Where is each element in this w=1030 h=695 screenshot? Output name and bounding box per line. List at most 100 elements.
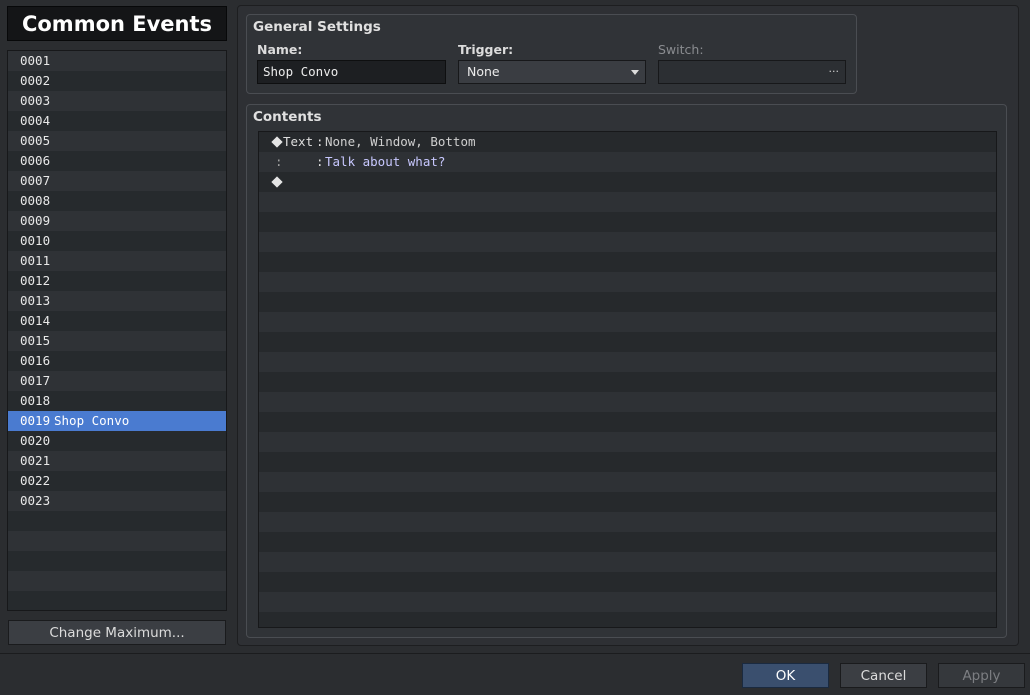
command-continuation-row[interactable]: :: Talk about what? xyxy=(259,152,996,172)
event-id: 0010 xyxy=(20,233,51,248)
event-list-item[interactable]: 0021 xyxy=(8,451,226,471)
general-settings-title: General Settings xyxy=(253,19,381,35)
event-list-item[interactable]: 0023 xyxy=(8,491,226,511)
event-id: 0002 xyxy=(20,73,51,88)
event-id: 0004 xyxy=(20,113,51,128)
blank-row xyxy=(259,232,996,252)
event-id: 0021 xyxy=(20,453,51,468)
contents-title: Contents xyxy=(253,109,322,125)
event-id: 0016 xyxy=(20,353,51,368)
diamond-icon xyxy=(271,176,283,188)
event-list-item[interactable]: 0016 xyxy=(8,351,226,371)
event-list-item[interactable]: 0001 xyxy=(8,51,226,71)
blank-row xyxy=(259,352,996,372)
event-id: 0023 xyxy=(20,493,51,508)
continuation-colon: : xyxy=(316,154,324,169)
empty-list-row xyxy=(8,571,226,591)
event-id: 0014 xyxy=(20,313,51,328)
event-id: 0022 xyxy=(20,473,51,488)
empty-list-row xyxy=(8,531,226,551)
command-params: None, Window, Bottom xyxy=(325,134,476,149)
event-name: Shop Convo xyxy=(54,413,130,428)
event-list-item[interactable]: 0007 xyxy=(8,171,226,191)
cancel-button[interactable]: Cancel xyxy=(840,663,927,688)
ok-button[interactable]: OK xyxy=(742,663,829,688)
event-list-item[interactable]: 0005 xyxy=(8,131,226,151)
trigger-select-value: None xyxy=(467,64,500,79)
blank-row xyxy=(259,272,996,292)
message-text: Talk about what? xyxy=(325,154,446,169)
name-field[interactable]: Shop Convo xyxy=(257,60,446,84)
event-id: 0017 xyxy=(20,373,51,388)
event-list-item[interactable]: 0014 xyxy=(8,311,226,331)
blank-row xyxy=(259,612,996,627)
command-colon: : xyxy=(316,134,324,149)
blank-row xyxy=(259,472,996,492)
event-id: 0011 xyxy=(20,253,51,268)
empty-list-row xyxy=(8,511,226,531)
common-event-list[interactable]: 0001 0002 0003 0004 0005 0006 0007 0008 0009 0010… xyxy=(7,50,227,611)
command-row[interactable]: Text: None, Window, Bottom xyxy=(259,132,996,152)
blank-row xyxy=(259,332,996,352)
event-id: 0003 xyxy=(20,93,51,108)
event-id: 0012 xyxy=(20,273,51,288)
event-list-item[interactable]: 0022 xyxy=(8,471,226,491)
trigger-label: Trigger: xyxy=(458,42,514,57)
blank-row xyxy=(259,552,996,572)
event-id: 0009 xyxy=(20,213,51,228)
change-maximum-button[interactable]: Change Maximum... xyxy=(8,620,226,645)
event-id: 0015 xyxy=(20,333,51,348)
command-name: Text xyxy=(283,134,314,149)
blank-row xyxy=(259,252,996,272)
ellipsis-icon: ··· xyxy=(828,65,840,78)
event-list-item[interactable]: 0009 xyxy=(8,211,226,231)
empty-command-row[interactable] xyxy=(259,172,996,192)
switch-field: ··· xyxy=(658,60,846,84)
blank-row xyxy=(259,572,996,592)
blank-row xyxy=(259,432,996,452)
event-id: 0007 xyxy=(20,173,51,188)
event-list-item[interactable]: 0013 xyxy=(8,291,226,311)
blank-row xyxy=(259,492,996,512)
switch-label: Switch: xyxy=(658,42,704,57)
event-list-item[interactable]: 0008 xyxy=(8,191,226,211)
blank-row xyxy=(259,212,996,232)
event-id: 0001 xyxy=(20,53,51,68)
event-list-item[interactable]: 0015 xyxy=(8,331,226,351)
event-list-item[interactable]: 0002 xyxy=(8,71,226,91)
event-list-item[interactable]: 0003 xyxy=(8,91,226,111)
blank-row xyxy=(259,372,996,392)
name-label: Name: xyxy=(257,42,303,57)
footer-divider xyxy=(0,653,1030,654)
blank-row xyxy=(259,292,996,312)
continuation-mark: : xyxy=(275,154,283,169)
event-list-item[interactable]: 0012 xyxy=(8,271,226,291)
event-list-item[interactable]: 0004 xyxy=(8,111,226,131)
blank-row xyxy=(259,192,996,212)
event-command-list[interactable]: Text: None, Window, Bottom:: Talk about wh… xyxy=(258,131,997,628)
trigger-select[interactable]: None xyxy=(458,60,646,84)
event-list-item[interactable]: 0019 Shop Convo xyxy=(8,411,226,431)
event-list-item[interactable]: 0006 xyxy=(8,151,226,171)
event-list-item[interactable]: 0020 xyxy=(8,431,226,451)
blank-row xyxy=(259,512,996,532)
blank-row xyxy=(259,532,996,552)
chevron-down-icon xyxy=(631,70,639,75)
event-id: 0018 xyxy=(20,393,51,408)
event-id: 0006 xyxy=(20,153,51,168)
event-id: 0008 xyxy=(20,193,51,208)
event-list-item[interactable]: 0010 xyxy=(8,231,226,251)
blank-row xyxy=(259,452,996,472)
event-id: 0020 xyxy=(20,433,51,448)
empty-list-row xyxy=(8,551,226,571)
blank-row xyxy=(259,312,996,332)
event-list-item[interactable]: 0011 xyxy=(8,251,226,271)
diamond-icon xyxy=(271,136,283,148)
blank-row xyxy=(259,412,996,432)
event-list-item[interactable]: 0017 xyxy=(8,371,226,391)
event-id: 0019 xyxy=(20,413,51,428)
event-list-item[interactable]: 0018 xyxy=(8,391,226,411)
common-events-title: Common Events xyxy=(7,6,227,41)
empty-list-row xyxy=(8,591,226,610)
blank-row xyxy=(259,392,996,412)
